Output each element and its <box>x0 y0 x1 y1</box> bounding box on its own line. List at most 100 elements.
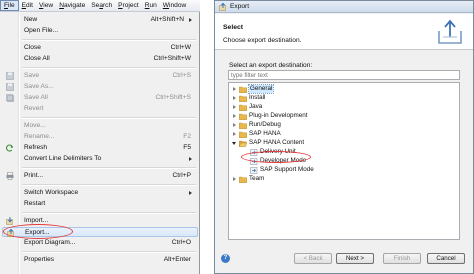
menu-window-rest: indow <box>169 2 187 9</box>
menu-item-convert-line-delimiters[interactable]: Convert Line Delimiters To <box>0 154 200 164</box>
folder-icon <box>239 131 247 138</box>
menu-item-move[interactable]: Move... <box>0 121 200 131</box>
expand-arrow-icon[interactable] <box>233 105 236 109</box>
menu-item-save-as[interactable]: Save As... <box>0 82 200 92</box>
menu-search-rest: rch <box>102 2 113 9</box>
menu-edit[interactable]: Edit <box>19 0 36 11</box>
tree-item-sap-hana-content[interactable]: SAP HANA Content <box>232 139 353 147</box>
tree-item-install-label: Install <box>249 94 266 101</box>
menu-item-refresh[interactable]: Refresh F5 <box>0 143 200 153</box>
cancel-button[interactable]: Cancel <box>427 253 465 264</box>
menu-file-rest: ile <box>8 2 15 9</box>
menu-item-import[interactable]: Import... <box>0 216 200 226</box>
menu-item-close[interactable]: Close Ctrl+W <box>0 43 200 53</box>
tree-item-java[interactable]: Java <box>233 103 353 111</box>
back-button[interactable]: < Back <box>294 253 332 264</box>
menu-item-properties[interactable]: Properties Alt+Enter <box>0 255 200 265</box>
menu-item-close-shortcut: Ctrl+W <box>170 44 191 51</box>
tree-item-run-debug[interactable]: Run/Debug <box>233 121 353 129</box>
menu-file[interactable]: File <box>0 0 19 11</box>
tree-item-run-debug-label: Run/Debug <box>249 121 281 128</box>
save-as-icon <box>6 83 14 91</box>
menu-item-open-file-label: Open File... <box>24 27 59 34</box>
filter-input[interactable] <box>228 70 460 80</box>
expand-arrow-icon[interactable] <box>233 177 236 181</box>
tree-item-general-label: General <box>247 84 275 94</box>
folder-icon <box>239 86 247 93</box>
folder-icon <box>239 95 247 102</box>
expand-arrow-icon[interactable] <box>233 87 236 91</box>
export-item-icon <box>250 158 258 165</box>
print-icon <box>6 172 14 180</box>
next-button[interactable]: Next > <box>336 253 374 264</box>
menu-project[interactable]: Project <box>115 0 142 11</box>
tree-item-general[interactable]: General <box>233 84 353 94</box>
save-all-icon <box>6 94 14 102</box>
tree-item-team[interactable]: Team <box>233 175 353 183</box>
expand-arrow-icon[interactable] <box>233 114 236 118</box>
menu-project-rest: roject <box>122 2 139 9</box>
expand-arrow-icon[interactable] <box>233 123 236 127</box>
eclipse-window-file-menu: File Edit View Navigate Search Project R… <box>0 0 200 274</box>
tree-item-delivery-unit[interactable]: Delivery Unit <box>244 148 364 156</box>
dialog-title: Export <box>230 3 250 10</box>
submenu-arrow-icon <box>189 18 192 22</box>
menu-separator <box>22 184 196 185</box>
menu-item-save-all[interactable]: Save All Ctrl+Shift+S <box>0 93 200 103</box>
tree-item-sap-support-mode-label: SAP Support Mode <box>260 166 314 173</box>
menu-separator <box>22 212 196 213</box>
export-icon <box>7 229 14 237</box>
menu-separator <box>22 39 196 40</box>
menu-item-close-all-label: Close All <box>24 55 50 62</box>
menu-item-properties-label: Properties <box>24 256 55 263</box>
menu-item-print-shortcut: Ctrl+P <box>172 172 191 179</box>
wizard-banner: Select Choose export destination. <box>215 14 473 50</box>
tree-item-delivery-unit-label: Delivery Unit <box>260 148 296 155</box>
menu-item-export-label: Export... <box>25 229 50 236</box>
tree-item-sap-hana[interactable]: SAP HANA <box>233 130 353 138</box>
expand-arrow-icon[interactable] <box>233 132 236 136</box>
menu-item-restart[interactable]: Restart <box>0 199 200 209</box>
tree-item-team-label: Team <box>249 175 265 182</box>
menu-item-export-diagram[interactable]: Export Diagram... Ctrl+O <box>0 238 200 248</box>
menu-separator <box>22 251 196 252</box>
wizard-heading: Select <box>223 24 244 31</box>
menu-item-save[interactable]: Save Ctrl+S <box>0 71 200 81</box>
menu-window[interactable]: Window <box>160 0 189 11</box>
wizard-subheading: Choose export destination. <box>223 37 302 44</box>
export-dialog: Export Select Choose export destination.… <box>214 0 474 274</box>
collapse-arrow-icon[interactable] <box>232 142 236 145</box>
folder-icon <box>239 104 247 111</box>
tree-item-developer-mode[interactable]: Developer Mode <box>244 157 364 165</box>
menu-item-close-all[interactable]: Close All Ctrl+Shift+W <box>0 54 200 64</box>
finish-button[interactable]: Finish <box>383 253 421 264</box>
tree-item-install[interactable]: Install <box>233 94 353 102</box>
tree-item-java-label: Java <box>249 103 263 110</box>
menu-item-revert[interactable]: Revert <box>0 104 200 114</box>
export-item-icon <box>250 167 258 174</box>
menu-item-rename[interactable]: Rename... F2 <box>0 132 200 142</box>
save-icon <box>6 72 14 80</box>
folder-icon <box>239 122 247 129</box>
expand-arrow-icon[interactable] <box>233 96 236 100</box>
menu-item-close-label: Close <box>24 44 41 51</box>
help-icon[interactable]: ? <box>221 254 230 263</box>
menu-item-export[interactable]: Export... <box>2 227 198 237</box>
menu-item-open-file[interactable]: Open File... <box>0 26 200 36</box>
menu-navigate[interactable]: Navigate <box>56 0 88 11</box>
dialog-title-bar: Export <box>215 1 473 13</box>
menu-item-properties-shortcut: Alt+Enter <box>163 256 191 263</box>
menu-search[interactable]: Search <box>88 0 115 11</box>
tree-item-sap-support-mode[interactable]: SAP Support Mode <box>244 166 364 174</box>
menu-item-switch-workspace[interactable]: Switch Workspace <box>0 188 200 198</box>
menu-run[interactable]: Run <box>142 0 160 11</box>
menu-item-new[interactable]: New Alt+Shift+N <box>0 15 200 25</box>
menu-item-close-all-shortcut: Ctrl+Shift+W <box>153 55 191 62</box>
menu-item-import-label: Import... <box>24 217 49 224</box>
tree-item-developer-mode-label: Developer Mode <box>260 157 307 164</box>
menu-item-print[interactable]: Print... Ctrl+P <box>0 171 200 181</box>
menu-item-save-as-label: Save As... <box>24 83 54 90</box>
menu-view[interactable]: View <box>36 0 56 11</box>
menu-item-rename-shortcut: F2 <box>183 133 191 140</box>
tree-item-plugin-development[interactable]: Plug-in Development <box>233 112 353 120</box>
